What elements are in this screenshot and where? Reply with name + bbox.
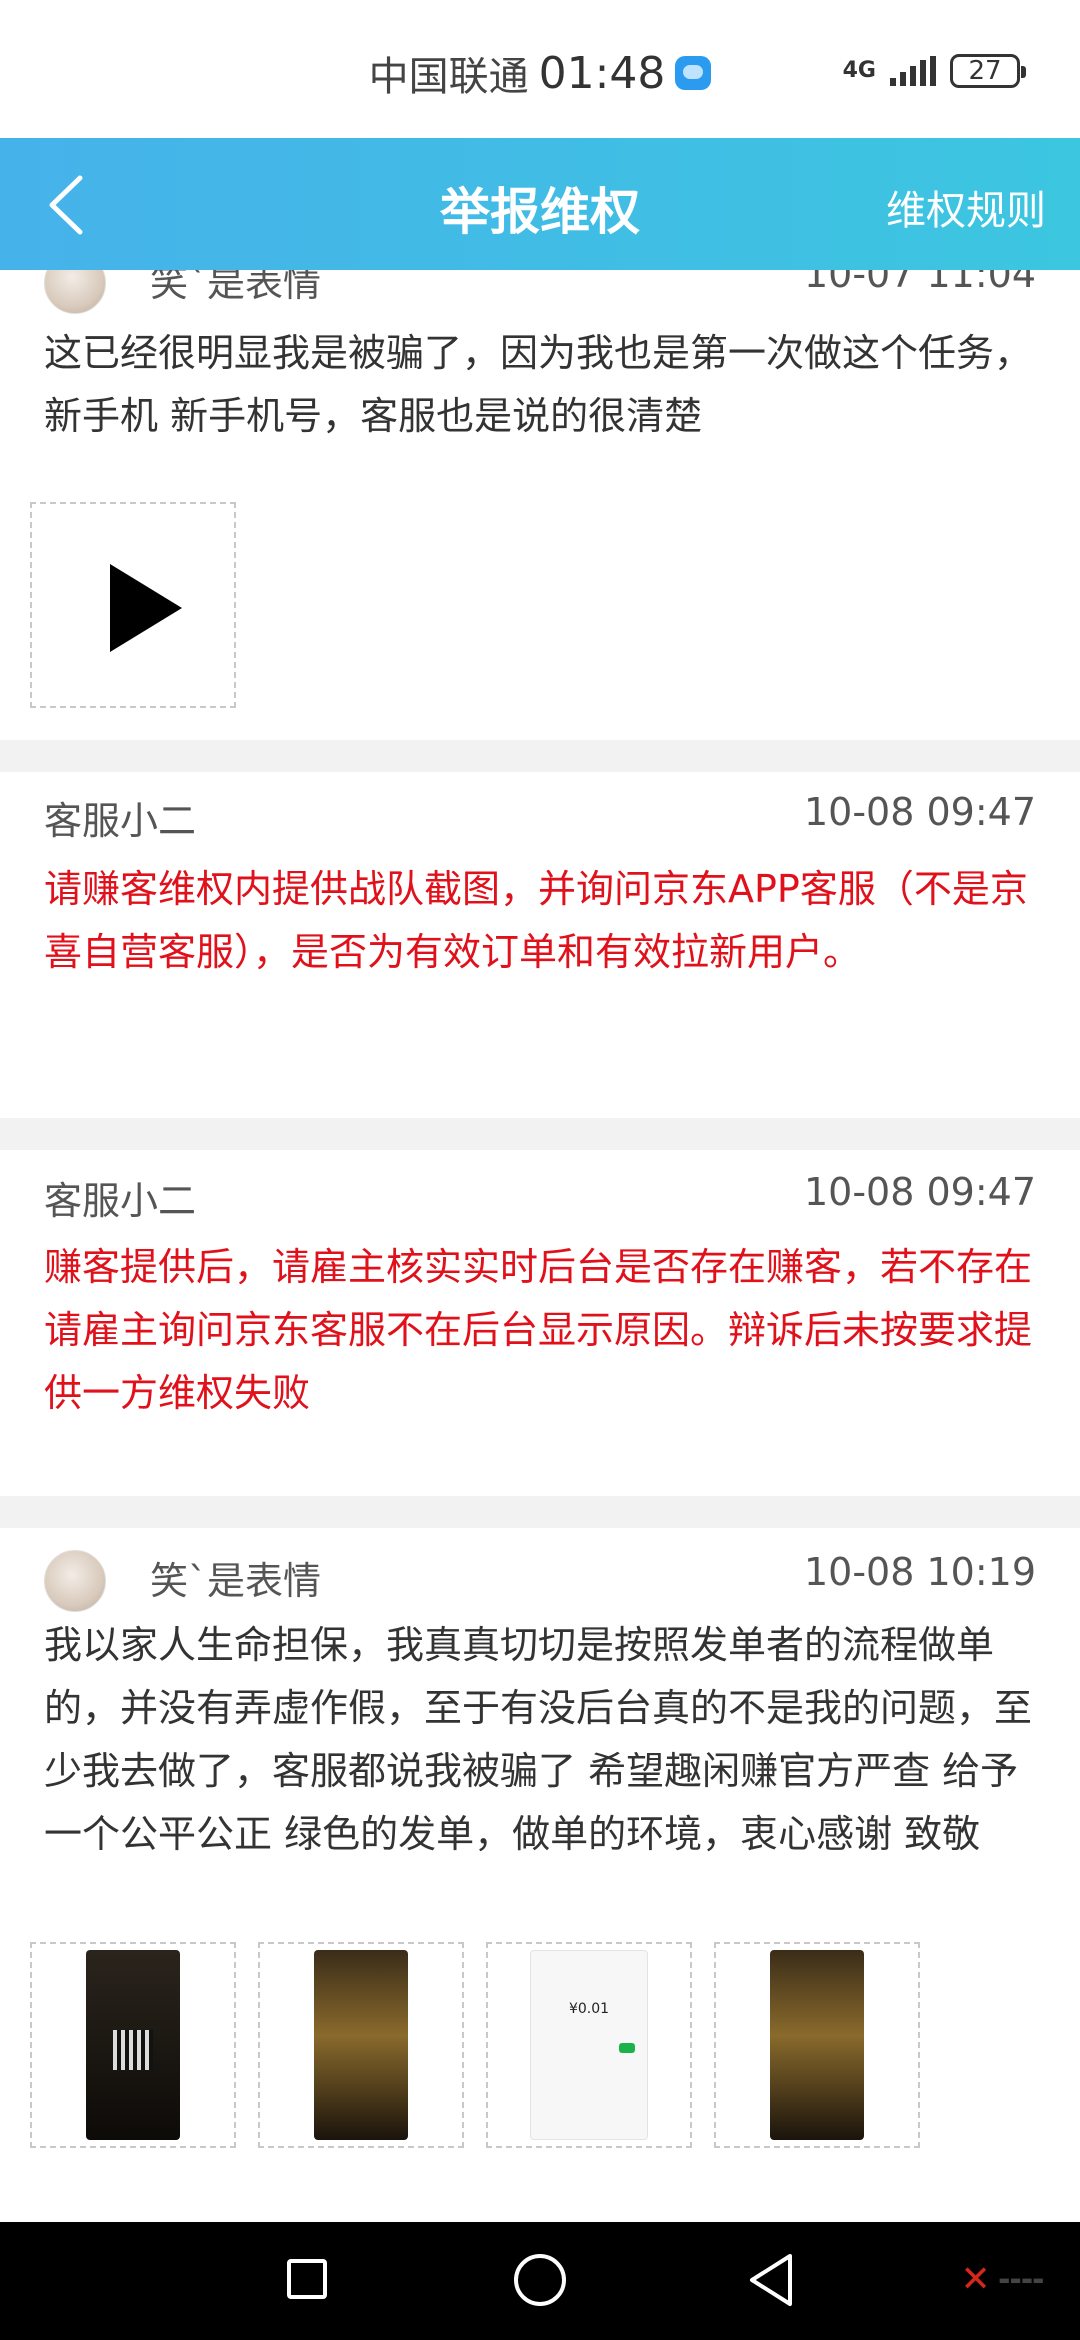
clock: 01:48 bbox=[538, 47, 666, 99]
author-name: 客服小二 bbox=[44, 1179, 197, 1223]
app-header: 举报维权 维权规则 bbox=[0, 138, 1080, 270]
status-indicators: 4G 27 bbox=[842, 54, 1026, 88]
watermark-graphic: ▬▬▬▬ bbox=[998, 2273, 1044, 2287]
avatar bbox=[44, 270, 106, 314]
divider bbox=[0, 740, 1080, 772]
author-name: 笑`是表情 bbox=[150, 270, 322, 305]
message-text: 赚客提供后，请雇主核实实时后台是否存在赚客，若不存在请雇主询问京东客服不在后台显… bbox=[44, 1245, 1033, 1415]
message-notification-icon bbox=[675, 56, 712, 90]
screenshot-thumbnail bbox=[86, 1950, 180, 2140]
image-attachment[interactable]: ¥0.01 bbox=[486, 1942, 692, 2148]
play-icon bbox=[110, 564, 182, 652]
image-attachment[interactable] bbox=[258, 1942, 464, 2148]
green-button-icon bbox=[619, 2043, 635, 2053]
message-time: 10-07 11:04 bbox=[803, 270, 1036, 296]
message-card: 笑`是表情 10-07 11:04 这已经很明显我是被骗了，因为我也是第一次做这… bbox=[0, 270, 1080, 730]
image-attachment[interactable] bbox=[714, 1942, 920, 2148]
triangle-back-icon[interactable] bbox=[746, 2252, 796, 2308]
signal-icon bbox=[890, 56, 936, 86]
message-time: 10-08 10:19 bbox=[803, 1550, 1036, 1594]
square-icon[interactable] bbox=[287, 2259, 327, 2299]
avatar bbox=[44, 1550, 106, 1612]
carrier-label: 中国联通 bbox=[368, 54, 529, 100]
author-name: 笑`是表情 bbox=[150, 1559, 322, 1603]
status-bar: 中国联通 01:48 4G 27 bbox=[0, 0, 1080, 138]
screenshot-thumbnail: ¥0.01 bbox=[530, 1950, 648, 2140]
divider bbox=[0, 1496, 1080, 1528]
message-card: 客服小二 10-08 09:47 赚客提供后，请雇主核实实时后台是否存在赚客，若… bbox=[0, 1150, 1080, 1496]
message-card: 笑`是表情 10-08 10:19 我以家人生命担保，我真真切切是按照发单者的流… bbox=[0, 1528, 1080, 2222]
divider bbox=[0, 1118, 1080, 1150]
message-text: 这已经很明显我是被骗了，因为我也是第一次做这个任务，新手机 新手机号，客服也是说… bbox=[44, 331, 1033, 438]
watermark-logo: ✕ ▬▬▬▬ bbox=[960, 2262, 1044, 2298]
message-card: 客服小二 10-08 09:47 请赚客维权内提供战队截图，并询问京东APP客服… bbox=[0, 772, 1080, 1118]
network-type: 4G bbox=[842, 58, 876, 83]
message-time: 10-08 09:47 bbox=[803, 1170, 1036, 1214]
message-list[interactable]: 笑`是表情 10-07 11:04 这已经很明显我是被骗了，因为我也是第一次做这… bbox=[0, 270, 1080, 2222]
circle-icon[interactable] bbox=[514, 2254, 566, 2306]
rights-rules-link[interactable]: 维权规则 bbox=[886, 178, 1046, 236]
message-text: 我以家人生命担保，我真真切切是按照发单者的流程做单的，并没有弄虚作假，至于有没后… bbox=[44, 1623, 1033, 1856]
brand-mark-icon: ✕ bbox=[960, 2259, 991, 2300]
video-attachment[interactable] bbox=[30, 502, 236, 708]
screenshot-thumbnail bbox=[770, 1950, 864, 2140]
battery-icon: 27 bbox=[950, 54, 1026, 88]
author-name: 客服小二 bbox=[44, 799, 197, 843]
image-attachment[interactable] bbox=[30, 1942, 236, 2148]
screenshot-thumbnail bbox=[314, 1950, 408, 2140]
system-nav-bar: ✕ ▬▬▬▬ bbox=[0, 2222, 1080, 2340]
screenshot-price: ¥0.01 bbox=[568, 2001, 610, 2017]
qr-code-icon bbox=[113, 2030, 153, 2070]
message-time: 10-08 09:47 bbox=[803, 790, 1036, 834]
message-text: 请赚客维权内提供战队截图，并询问京东APP客服（不是京喜自营客服），是否为有效订… bbox=[44, 867, 1028, 974]
